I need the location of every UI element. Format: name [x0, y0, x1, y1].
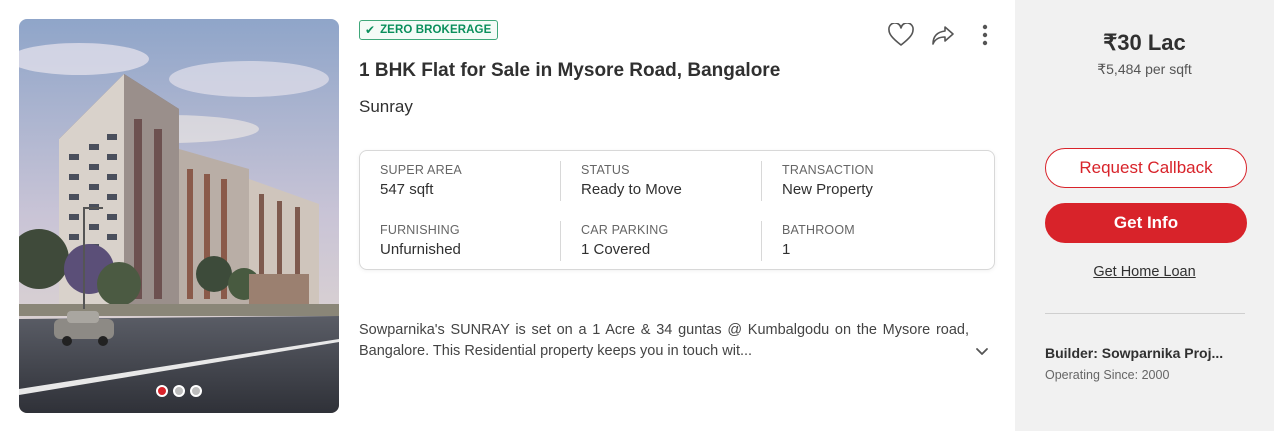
summary-label: BATHROOM — [782, 223, 855, 237]
property-photo[interactable] — [19, 19, 339, 413]
carousel-dot-2[interactable] — [173, 385, 185, 397]
summary-value: 1 — [782, 241, 791, 258]
property-title[interactable]: 1 BHK Flat for Sale in Mysore Road, Bang… — [359, 60, 780, 82]
summary-value: 547 sqft — [380, 181, 434, 198]
get-home-loan-link[interactable]: Get Home Loan — [1015, 264, 1274, 280]
share-button[interactable] — [928, 20, 958, 50]
check-icon: ✔ — [365, 23, 376, 37]
property-summary: SUPER AREA 547 sqft STATUS Ready to Move… — [359, 150, 995, 270]
divider — [761, 161, 762, 201]
summary-label: FURNISHING — [380, 223, 460, 237]
property-description[interactable]: Sowparnika's SUNRAY is set on a 1 Acre &… — [359, 320, 969, 362]
get-info-button[interactable]: Get Info — [1045, 203, 1247, 243]
summary-car-parking: CAR PARKING 1 Covered — [581, 223, 761, 258]
price-per-sqft: ₹5,484 per sqft — [1097, 61, 1192, 77]
zero-brokerage-badge: ✔ ZERO BROKERAGE — [359, 20, 499, 40]
summary-furnishing: FURNISHING Unfurnished — [380, 223, 560, 258]
summary-value: Ready to Move — [581, 181, 682, 198]
divider — [761, 221, 762, 261]
heart-icon — [888, 23, 914, 46]
operating-since: Operating Since: 2000 — [1045, 368, 1170, 382]
more-vertical-icon — [982, 24, 988, 46]
carousel-dot-1[interactable] — [156, 385, 168, 397]
shortlist-button[interactable] — [886, 20, 916, 50]
share-icon — [932, 26, 954, 45]
expand-description-button[interactable] — [974, 343, 990, 359]
builder-name[interactable]: Builder: Sowparnika Proj... — [1045, 345, 1245, 361]
society-name[interactable]: Sunray — [359, 97, 413, 117]
divider — [1045, 313, 1245, 314]
summary-super-area: SUPER AREA 547 sqft — [380, 163, 560, 198]
divider — [560, 161, 561, 201]
summary-value: New Property — [782, 181, 873, 198]
price: ₹30 Lac — [1103, 30, 1186, 55]
carousel-dot-3[interactable] — [190, 385, 202, 397]
summary-value: 1 Covered — [581, 241, 651, 258]
summary-label: SUPER AREA — [380, 163, 462, 177]
summary-status: STATUS Ready to Move — [581, 163, 761, 198]
divider — [560, 221, 561, 261]
summary-value: Unfurnished — [380, 241, 461, 258]
price-panel: ₹30 Lac ₹5,484 per sqft Request Callback… — [1015, 0, 1274, 431]
more-options-button[interactable] — [970, 20, 1000, 50]
card-actions — [886, 20, 1000, 50]
property-card[interactable]: ✔ ZERO BROKERAGE 1 BHK Flat for Sale in … — [0, 0, 1274, 431]
building-image — [19, 19, 339, 413]
request-callback-button[interactable]: Request Callback — [1045, 148, 1247, 188]
summary-label: STATUS — [581, 163, 630, 177]
summary-label: TRANSACTION — [782, 163, 874, 177]
summary-transaction: TRANSACTION New Property — [782, 163, 962, 198]
summary-label: CAR PARKING — [581, 223, 669, 237]
badge-label: ZERO BROKERAGE — [380, 24, 492, 36]
carousel-dots — [19, 385, 339, 397]
chevron-down-icon — [976, 348, 988, 355]
summary-bathroom: BATHROOM 1 — [782, 223, 962, 258]
